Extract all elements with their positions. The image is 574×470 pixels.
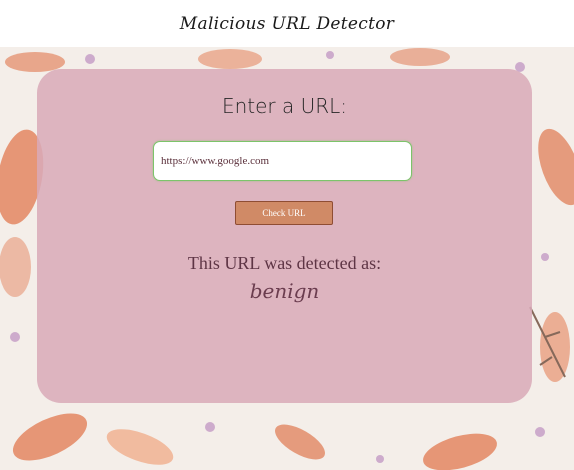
result-value: benign [249, 279, 320, 303]
site-title: Malicious URL Detector [179, 13, 395, 34]
url-prompt-heading: Enter a URL: [221, 94, 348, 118]
site-header: Malicious URL Detector [0, 0, 574, 47]
url-input[interactable] [153, 141, 412, 181]
detector-card: Enter a URL: Check URL This URL was dete… [37, 69, 532, 403]
result-label: This URL was detected as: [187, 253, 382, 273]
check-url-button[interactable]: Check URL [235, 201, 333, 225]
